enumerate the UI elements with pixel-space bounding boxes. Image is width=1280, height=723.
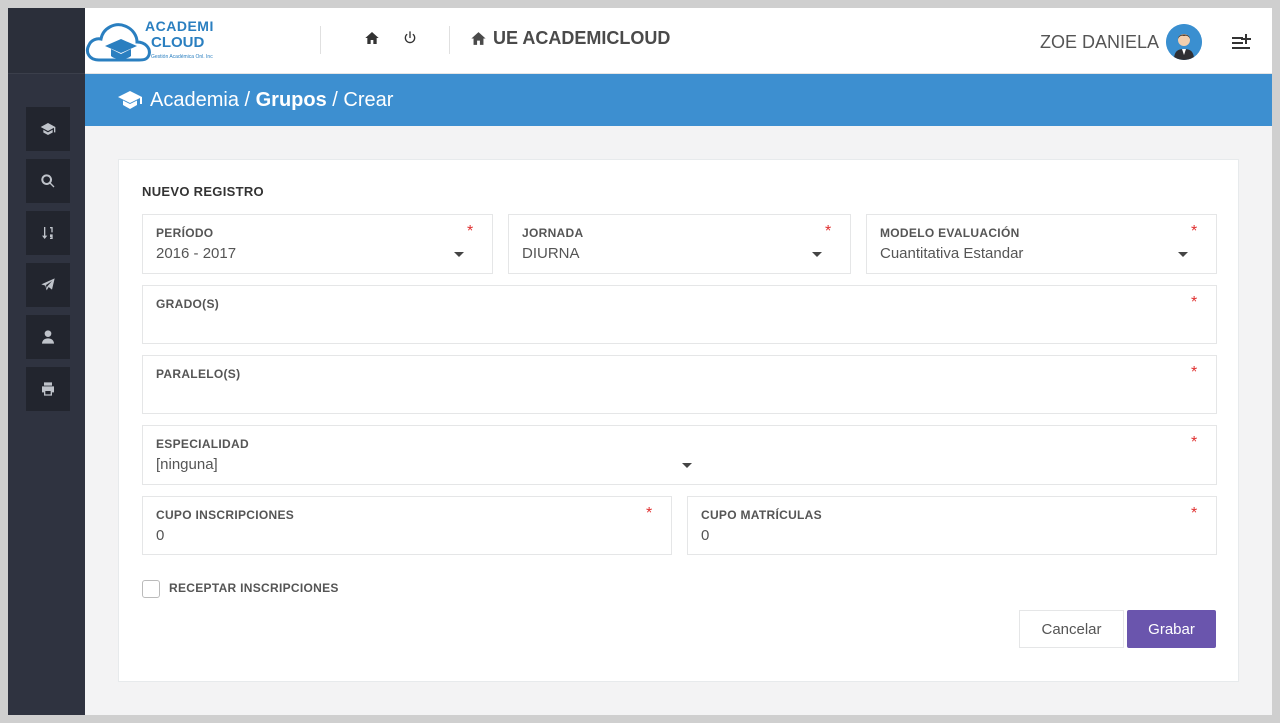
print-icon xyxy=(42,382,54,396)
required-mark: * xyxy=(1191,505,1198,522)
periodo-value: 2016 - 2017 xyxy=(156,245,237,262)
jornada-select[interactable]: JORNADA * DIURNA xyxy=(508,214,851,274)
grados-label: GRADO(S) xyxy=(156,297,220,311)
caret-down-icon xyxy=(454,252,464,257)
add-menu-button[interactable] xyxy=(1231,30,1253,52)
receptar-inscripciones-checkbox[interactable] xyxy=(142,580,160,598)
caret-down-icon xyxy=(812,252,822,257)
paper-plane-icon xyxy=(41,278,55,291)
cupo-matriculas-input[interactable]: CUPO MATRÍCULAS * 0 xyxy=(687,496,1217,555)
form-card: NUEVO REGISTRO PERÍODO * 2016 - 2017 JOR… xyxy=(118,159,1239,682)
search-icon xyxy=(41,174,55,188)
power-icon xyxy=(404,31,416,44)
avatar[interactable] xyxy=(1166,24,1202,60)
sidebar-item-messages[interactable] xyxy=(26,263,70,307)
academicloud-logo[interactable]: ACADEMI CLOUD Gestión Académica Onl. Inc xyxy=(85,16,225,68)
periodo-select[interactable]: PERÍODO * 2016 - 2017 xyxy=(142,214,493,274)
especialidad-label: ESPECIALIDAD xyxy=(156,437,249,451)
power-button[interactable] xyxy=(402,30,420,48)
breadcrumb: Academia / Grupos / Crear xyxy=(85,74,1272,126)
breadcrumb-separator: / xyxy=(326,88,344,111)
breadcrumb-separator: / xyxy=(238,88,256,111)
school-title[interactable]: UE ACADEMICLOUD xyxy=(470,28,670,49)
jornada-label: JORNADA xyxy=(522,226,584,240)
home-button[interactable] xyxy=(364,30,382,48)
home-icon xyxy=(365,32,379,44)
cupo-inscripciones-input[interactable]: CUPO INSCRIPCIONES * 0 xyxy=(142,496,672,555)
user-icon xyxy=(42,330,54,344)
receptar-inscripciones-label[interactable]: RECEPTAR INSCRIPCIONES xyxy=(169,581,339,595)
graduation-cap-icon xyxy=(40,123,56,135)
user-name[interactable]: ZOE DANIELA xyxy=(1040,32,1159,53)
required-mark: * xyxy=(1191,364,1198,381)
sidebar-item-print[interactable] xyxy=(26,367,70,411)
cupo-inscripciones-value: 0 xyxy=(156,527,165,544)
breadcrumb-crear: Crear xyxy=(343,88,394,111)
top-header: ACADEMI CLOUD Gestión Académica Onl. Inc… xyxy=(85,8,1272,74)
jornada-value: DIURNA xyxy=(522,245,580,262)
sidebar-item-sort[interactable] xyxy=(26,211,70,255)
sidebar xyxy=(8,8,85,715)
required-mark: * xyxy=(1191,434,1198,451)
required-mark: * xyxy=(646,505,653,522)
paralelos-multiselect[interactable]: PARALELO(S) * xyxy=(142,355,1217,414)
sort-numeric-icon xyxy=(42,227,53,239)
modelo-evaluacion-value: Cuantitativa Estandar xyxy=(880,245,1024,262)
logo-tagline: Gestión Académica Onl. Inc xyxy=(151,54,213,60)
school-name: UE ACADEMICLOUD xyxy=(493,28,671,48)
breadcrumb-grupos[interactable]: Grupos xyxy=(256,89,327,112)
cupo-matriculas-label: CUPO MATRÍCULAS xyxy=(701,508,822,522)
especialidad-value: [ninguna] xyxy=(156,456,218,473)
header-divider xyxy=(449,26,450,54)
caret-down-icon xyxy=(1178,252,1188,257)
required-mark: * xyxy=(467,223,474,240)
required-mark: * xyxy=(1191,294,1198,311)
cancel-button[interactable]: Cancelar xyxy=(1019,610,1124,648)
sidebar-item-academia[interactable] xyxy=(26,107,70,151)
graduation-cap-icon xyxy=(118,91,142,109)
logo-text-academi: ACADEMI xyxy=(145,18,214,34)
modelo-evaluacion-label: MODELO EVALUACIÓN xyxy=(880,226,1020,240)
grados-multiselect[interactable]: GRADO(S) * xyxy=(142,285,1217,344)
form-title: NUEVO REGISTRO xyxy=(142,184,264,199)
caret-down-icon xyxy=(682,463,692,468)
required-mark: * xyxy=(1191,223,1198,240)
header-divider xyxy=(320,26,321,54)
breadcrumb-academia[interactable]: Academia xyxy=(150,89,239,112)
modelo-evaluacion-select[interactable]: MODELO EVALUACIÓN * Cuantitativa Estanda… xyxy=(866,214,1217,274)
sidebar-item-users[interactable] xyxy=(26,315,70,359)
save-button[interactable]: Grabar xyxy=(1127,610,1216,648)
home-icon xyxy=(471,32,486,45)
user-avatar-icon xyxy=(1166,24,1202,60)
logo-text-cloud: CLOUD xyxy=(151,34,205,51)
cupo-inscripciones-label: CUPO INSCRIPCIONES xyxy=(156,508,295,522)
periodo-label: PERÍODO xyxy=(156,226,214,240)
especialidad-select[interactable]: ESPECIALIDAD * [ninguna] xyxy=(142,425,1217,485)
cupo-matriculas-value: 0 xyxy=(701,527,710,544)
sidebar-item-search[interactable] xyxy=(26,159,70,203)
sidebar-top xyxy=(8,8,85,74)
list-plus-icon xyxy=(1232,34,1251,49)
required-mark: * xyxy=(825,223,832,240)
paralelos-label: PARALELO(S) xyxy=(156,367,241,381)
app-window: ACADEMI CLOUD Gestión Académica Onl. Inc… xyxy=(8,8,1272,715)
